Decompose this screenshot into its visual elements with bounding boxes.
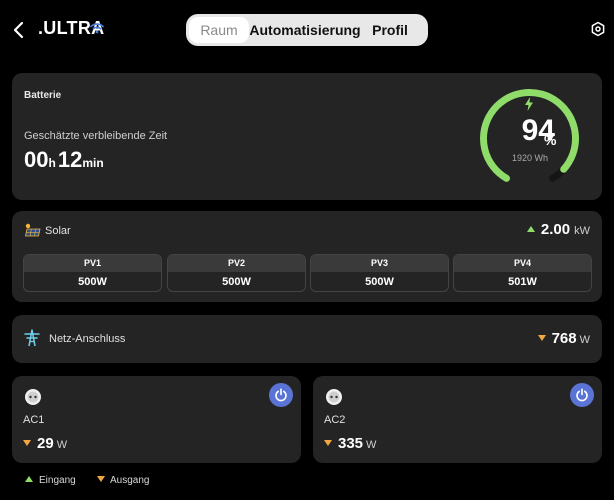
grid-card[interactable]: Netz-Anschluss 768 W <box>12 315 602 363</box>
socket-icon <box>25 389 41 405</box>
battery-capacity: 1920 Wh <box>511 153 549 163</box>
socket-icon <box>326 389 342 405</box>
legend-output-label: Ausgang <box>110 475 150 486</box>
power-tower-icon <box>24 329 40 347</box>
pv-panel: PV2 500W <box>167 254 306 292</box>
grid-power-unit: W <box>579 334 590 346</box>
grid-label: Netz-Anschluss <box>49 333 126 345</box>
back-arrow-icon[interactable] <box>12 20 26 40</box>
ac1-power-button[interactable] <box>269 383 293 407</box>
output-arrow-icon <box>537 335 546 341</box>
solar-label: Solar <box>45 225 71 237</box>
pv-value: 500W <box>78 276 107 288</box>
pv-name: PV2 <box>168 255 305 272</box>
ac-power-value: 29 <box>37 435 54 452</box>
ac-power: 335 W <box>324 435 376 452</box>
ac-power-unit: W <box>366 439 377 451</box>
pv-panel: PV1 500W <box>23 254 162 292</box>
solar-total-value: 2.00 <box>540 221 571 238</box>
output-arrow-icon <box>324 440 332 446</box>
power-icon <box>576 388 588 402</box>
pv-value: 501W <box>508 276 537 288</box>
legend-output: Ausgang <box>97 475 149 486</box>
runtime-label: Geschätzte verbleibende Zeit <box>24 130 168 142</box>
pv-name: PV1 <box>24 255 161 272</box>
view-tabs: Raum Automatisierung Profil <box>186 14 428 46</box>
ac-power: 29 W <box>23 435 67 452</box>
solar-total: 2.00 kW <box>526 221 590 238</box>
charging-bolt-icon <box>525 97 533 111</box>
solar-panel-icon <box>25 223 41 237</box>
tab-profil[interactable]: Profil <box>361 17 419 43</box>
ac-power-unit: W <box>56 439 68 451</box>
ac-label: AC1 <box>23 414 45 426</box>
ac-label: AC2 <box>324 414 346 426</box>
solar-total-unit: kW <box>574 225 590 237</box>
battery-title: Batterie <box>24 90 62 101</box>
input-arrow-icon <box>25 475 33 482</box>
runtime-hours: 00 <box>24 147 49 172</box>
runtime-value: 00h12min <box>24 147 106 173</box>
ac2-power-button[interactable] <box>570 383 594 407</box>
pv-name: PV3 <box>311 255 448 272</box>
wifi-icon <box>90 23 104 34</box>
legend-input-label: Eingang <box>39 475 76 486</box>
legend-input: Eingang <box>25 475 76 486</box>
input-arrow-icon <box>526 226 535 232</box>
tab-raum[interactable]: Raum <box>189 17 249 43</box>
pv-panel: PV3 500W <box>310 254 449 292</box>
solar-card[interactable]: Solar 2.00 kW PV1 500W PV2 500W PV3 500W… <box>12 211 602 302</box>
grid-power-value: 768 <box>551 330 577 347</box>
tab-automatisierung[interactable]: Automatisierung <box>249 17 361 43</box>
runtime-minutes: 12 <box>57 147 83 172</box>
output-arrow-icon <box>97 475 105 482</box>
runtime-minutes-unit: min <box>82 156 104 170</box>
runtime-hours-unit: h <box>48 156 56 170</box>
output-arrow-icon <box>23 440 31 446</box>
ac-output-card[interactable]: AC1 29 W <box>12 376 301 463</box>
pv-value: 500W <box>365 276 394 288</box>
battery-percent-sign: % <box>544 132 557 148</box>
ac-power-value: 335 <box>338 435 364 452</box>
grid-power: 768 W <box>537 330 590 347</box>
pv-panel: PV4 501W <box>453 254 592 292</box>
pv-name: PV4 <box>454 255 591 272</box>
settings-icon[interactable] <box>590 21 606 37</box>
power-icon <box>275 388 287 402</box>
pv-value: 500W <box>222 276 251 288</box>
ac-output-card[interactable]: AC2 335 W <box>313 376 602 463</box>
